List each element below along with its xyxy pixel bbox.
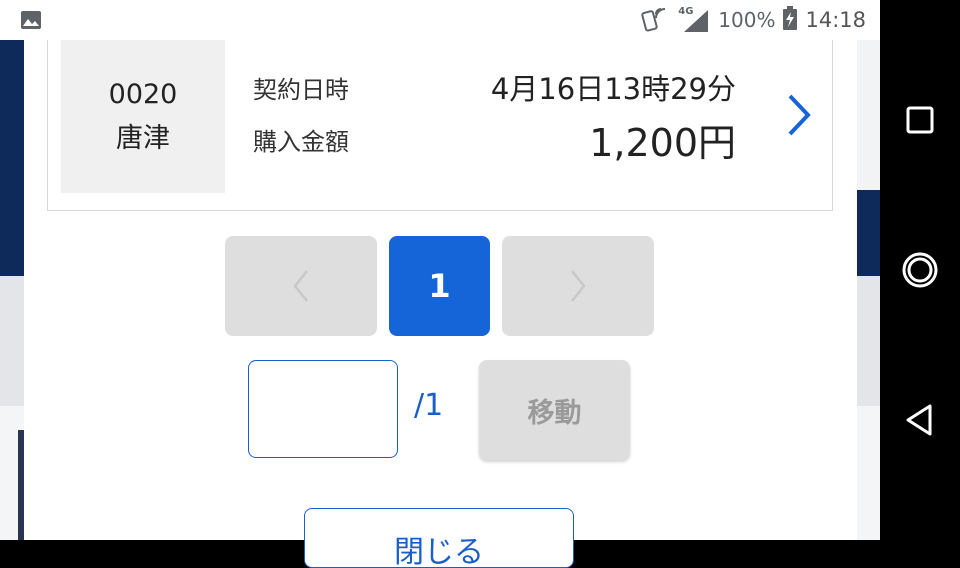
history-dialog: 0020 唐津 契約日時 購入金額 4月16日13時29分 1,200円 1 /… xyxy=(24,40,857,568)
total-pages: /1 xyxy=(414,388,444,423)
chevron-right-icon xyxy=(571,270,586,302)
circle-icon[interactable] xyxy=(900,250,940,290)
contract-datetime-value: 4月16日13時29分 xyxy=(490,72,736,106)
next-page-button[interactable] xyxy=(502,236,654,336)
square-icon[interactable] xyxy=(900,100,940,140)
battery-percent: 100% xyxy=(718,8,776,32)
navigation-bar xyxy=(880,0,960,540)
signal-icon: 4G xyxy=(678,6,710,34)
purchase-amount-value: 1,200円 xyxy=(589,121,736,165)
nfc-icon xyxy=(640,4,670,37)
purchase-amount-label: 購入金額 xyxy=(253,128,349,156)
page-number-input[interactable] xyxy=(248,360,398,458)
move-button[interactable]: 移動 xyxy=(479,360,630,460)
record-labels: 契約日時 購入金額 xyxy=(253,64,349,168)
contract-datetime-label: 契約日時 xyxy=(253,76,349,104)
current-page-button[interactable]: 1 xyxy=(389,236,490,336)
previous-page-button[interactable] xyxy=(225,236,377,336)
status-bar: 4G 100% 14:18 xyxy=(0,0,880,40)
close-button[interactable]: 閉じる xyxy=(304,508,574,568)
gallery-icon xyxy=(20,10,42,34)
chevron-right-icon[interactable] xyxy=(784,93,814,137)
back-triangle-icon[interactable] xyxy=(900,400,940,440)
background-edge xyxy=(857,40,880,190)
chevron-left-icon xyxy=(293,270,308,302)
store-name: 唐津 xyxy=(116,122,170,154)
store-box: 0020 唐津 xyxy=(61,40,225,193)
purchase-record-card[interactable]: 0020 唐津 契約日時 購入金額 4月16日13時29分 1,200円 xyxy=(47,40,833,211)
clock: 14:18 xyxy=(805,8,866,32)
battery-icon xyxy=(783,5,798,35)
store-code: 0020 xyxy=(108,78,178,110)
